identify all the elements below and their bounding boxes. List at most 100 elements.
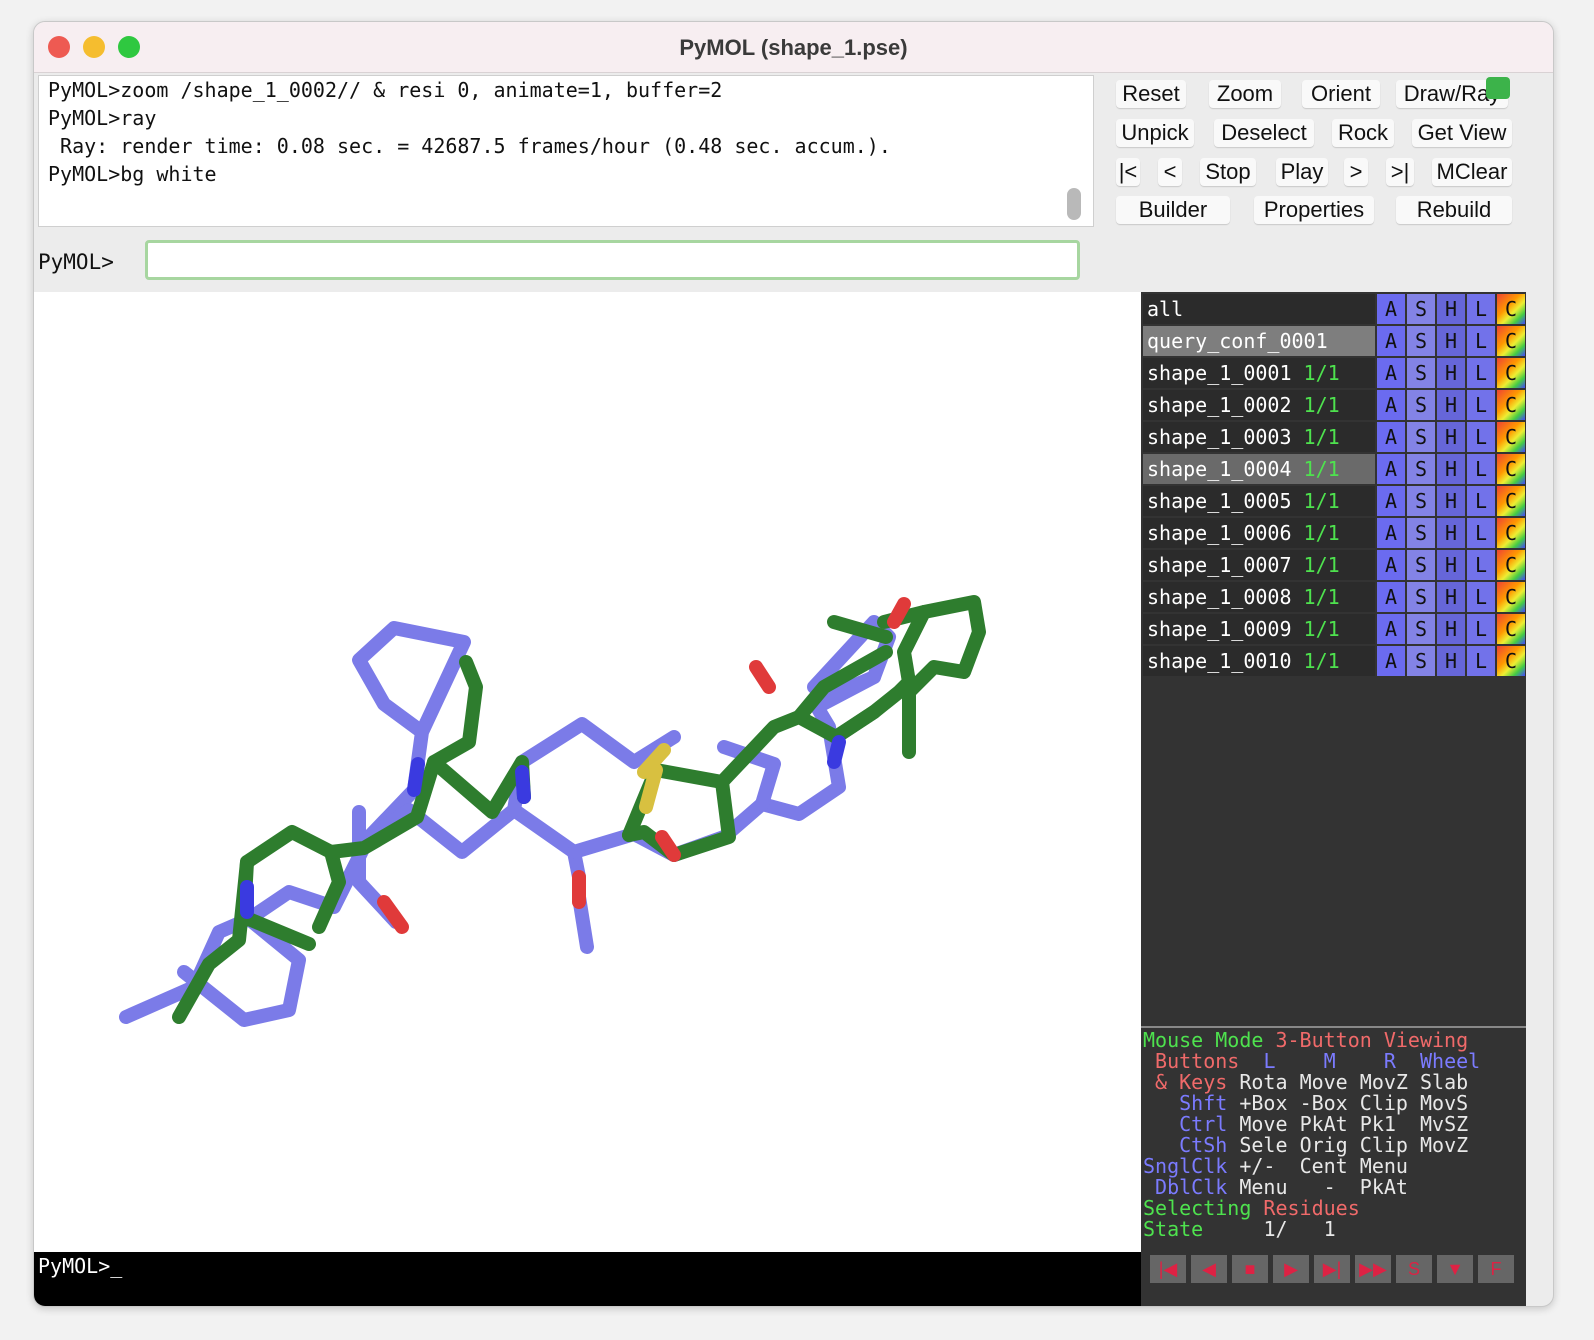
- hide-button[interactable]: H: [1437, 326, 1465, 356]
- hide-button[interactable]: H: [1437, 454, 1465, 484]
- color-button[interactable]: C: [1497, 550, 1525, 580]
- label-button[interactable]: L: [1467, 294, 1495, 324]
- object-row[interactable]: shape_1_0009 1/1 A S H L C: [1143, 614, 1526, 644]
- rebuild-button[interactable]: Rebuild: [1396, 196, 1512, 224]
- rock-button[interactable]: Rock: [1332, 119, 1394, 147]
- label-button[interactable]: L: [1467, 614, 1495, 644]
- action-button[interactable]: A: [1377, 358, 1405, 388]
- stop-button[interactable]: Stop: [1200, 158, 1256, 186]
- object-row[interactable]: shape_1_0002 1/1 A S H L C: [1143, 390, 1526, 420]
- log-scrollbar[interactable]: [1067, 188, 1081, 220]
- show-button[interactable]: S: [1407, 422, 1435, 452]
- object-name[interactable]: shape_1_0001 1/1: [1143, 358, 1375, 388]
- object-row[interactable]: shape_1_0008 1/1 A S H L C: [1143, 582, 1526, 612]
- object-name[interactable]: shape_1_0010 1/1: [1143, 646, 1375, 676]
- label-button[interactable]: L: [1467, 358, 1495, 388]
- object-row[interactable]: shape_1_0003 1/1 A S H L C: [1143, 422, 1526, 452]
- object-name[interactable]: shape_1_0002 1/1: [1143, 390, 1375, 420]
- color-button[interactable]: C: [1497, 582, 1525, 612]
- hide-button[interactable]: H: [1437, 582, 1465, 612]
- object-row[interactable]: shape_1_0005 1/1 A S H L C: [1143, 486, 1526, 516]
- hide-button[interactable]: H: [1437, 518, 1465, 548]
- label-button[interactable]: L: [1467, 646, 1495, 676]
- color-button[interactable]: C: [1497, 358, 1525, 388]
- object-row-all[interactable]: all A S H L C: [1143, 294, 1526, 324]
- mclear-button[interactable]: MClear: [1432, 158, 1512, 186]
- show-button[interactable]: S: [1407, 358, 1435, 388]
- scene-button[interactable]: S: [1396, 1255, 1432, 1283]
- hide-button[interactable]: H: [1437, 390, 1465, 420]
- label-button[interactable]: L: [1467, 582, 1495, 612]
- action-button[interactable]: A: [1377, 646, 1405, 676]
- label-button[interactable]: L: [1467, 518, 1495, 548]
- last-frame-button[interactable]: >|: [1386, 158, 1414, 186]
- label-button[interactable]: L: [1467, 454, 1495, 484]
- show-button[interactable]: S: [1407, 326, 1435, 356]
- show-button[interactable]: S: [1407, 294, 1435, 324]
- object-name[interactable]: shape_1_0004 1/1: [1143, 454, 1375, 484]
- color-button[interactable]: C: [1497, 486, 1525, 516]
- color-button[interactable]: C: [1497, 422, 1525, 452]
- hide-button[interactable]: H: [1437, 422, 1465, 452]
- color-button[interactable]: C: [1497, 646, 1525, 676]
- object-name[interactable]: shape_1_0003 1/1: [1143, 422, 1375, 452]
- label-button[interactable]: L: [1467, 326, 1495, 356]
- hide-button[interactable]: H: [1437, 358, 1465, 388]
- hide-button[interactable]: H: [1437, 614, 1465, 644]
- output-log[interactable]: PyMOL>zoom /shape_1_0002// & resi 0, ani…: [38, 75, 1094, 227]
- action-button[interactable]: A: [1377, 614, 1405, 644]
- object-row[interactable]: shape_1_0004 1/1 A S H L C: [1143, 454, 1526, 484]
- hide-button[interactable]: H: [1437, 550, 1465, 580]
- fullscreen-button[interactable]: F: [1478, 1255, 1514, 1283]
- action-button[interactable]: A: [1377, 550, 1405, 580]
- dropdown-button[interactable]: ▼: [1437, 1255, 1473, 1283]
- action-button[interactable]: A: [1377, 518, 1405, 548]
- object-name[interactable]: shape_1_0009 1/1: [1143, 614, 1375, 644]
- label-button[interactable]: L: [1467, 422, 1495, 452]
- object-name[interactable]: query_conf_0001: [1143, 326, 1375, 356]
- hide-button[interactable]: H: [1437, 486, 1465, 516]
- step-forward-button[interactable]: ▶|: [1314, 1255, 1350, 1283]
- show-button[interactable]: S: [1407, 646, 1435, 676]
- builder-button[interactable]: Builder: [1116, 196, 1230, 224]
- molecular-viewer[interactable]: [34, 292, 1141, 1252]
- next-frame-button[interactable]: >: [1344, 158, 1368, 186]
- action-button[interactable]: A: [1377, 422, 1405, 452]
- stop-playback-button[interactable]: ■: [1232, 1255, 1268, 1283]
- reset-button[interactable]: Reset: [1116, 80, 1186, 108]
- action-button[interactable]: A: [1377, 486, 1405, 516]
- show-button[interactable]: S: [1407, 582, 1435, 612]
- object-name[interactable]: all: [1143, 294, 1375, 324]
- fast-forward-button[interactable]: ▶▶: [1355, 1255, 1391, 1283]
- object-row[interactable]: shape_1_0001 1/1 A S H L C: [1143, 358, 1526, 388]
- color-button[interactable]: C: [1497, 614, 1525, 644]
- show-button[interactable]: S: [1407, 614, 1435, 644]
- object-name[interactable]: shape_1_0008 1/1: [1143, 582, 1375, 612]
- action-button[interactable]: A: [1377, 390, 1405, 420]
- show-button[interactable]: S: [1407, 390, 1435, 420]
- color-button[interactable]: C: [1497, 518, 1525, 548]
- viewer-command-line[interactable]: PyMOL>_: [34, 1252, 1141, 1306]
- label-button[interactable]: L: [1467, 390, 1495, 420]
- object-name[interactable]: shape_1_0006 1/1: [1143, 518, 1375, 548]
- properties-button[interactable]: Properties: [1254, 196, 1374, 224]
- label-button[interactable]: L: [1467, 550, 1495, 580]
- hide-button[interactable]: H: [1437, 646, 1465, 676]
- deselect-button[interactable]: Deselect: [1214, 119, 1314, 147]
- command-input[interactable]: [145, 240, 1080, 280]
- show-button[interactable]: S: [1407, 486, 1435, 516]
- step-back-button[interactable]: ◀: [1191, 1255, 1227, 1283]
- label-button[interactable]: L: [1467, 486, 1495, 516]
- object-row[interactable]: shape_1_0010 1/1 A S H L C: [1143, 646, 1526, 676]
- first-frame-button[interactable]: |<: [1116, 158, 1140, 186]
- play-playback-button[interactable]: ▶: [1273, 1255, 1309, 1283]
- object-name[interactable]: shape_1_0005 1/1: [1143, 486, 1375, 516]
- color-button[interactable]: C: [1497, 326, 1525, 356]
- hide-button[interactable]: H: [1437, 294, 1465, 324]
- prev-frame-button[interactable]: <: [1158, 158, 1182, 186]
- object-row[interactable]: shape_1_0007 1/1 A S H L C: [1143, 550, 1526, 580]
- zoom-button[interactable]: Zoom: [1209, 80, 1281, 108]
- orient-button[interactable]: Orient: [1302, 80, 1380, 108]
- show-button[interactable]: S: [1407, 518, 1435, 548]
- action-button[interactable]: A: [1377, 582, 1405, 612]
